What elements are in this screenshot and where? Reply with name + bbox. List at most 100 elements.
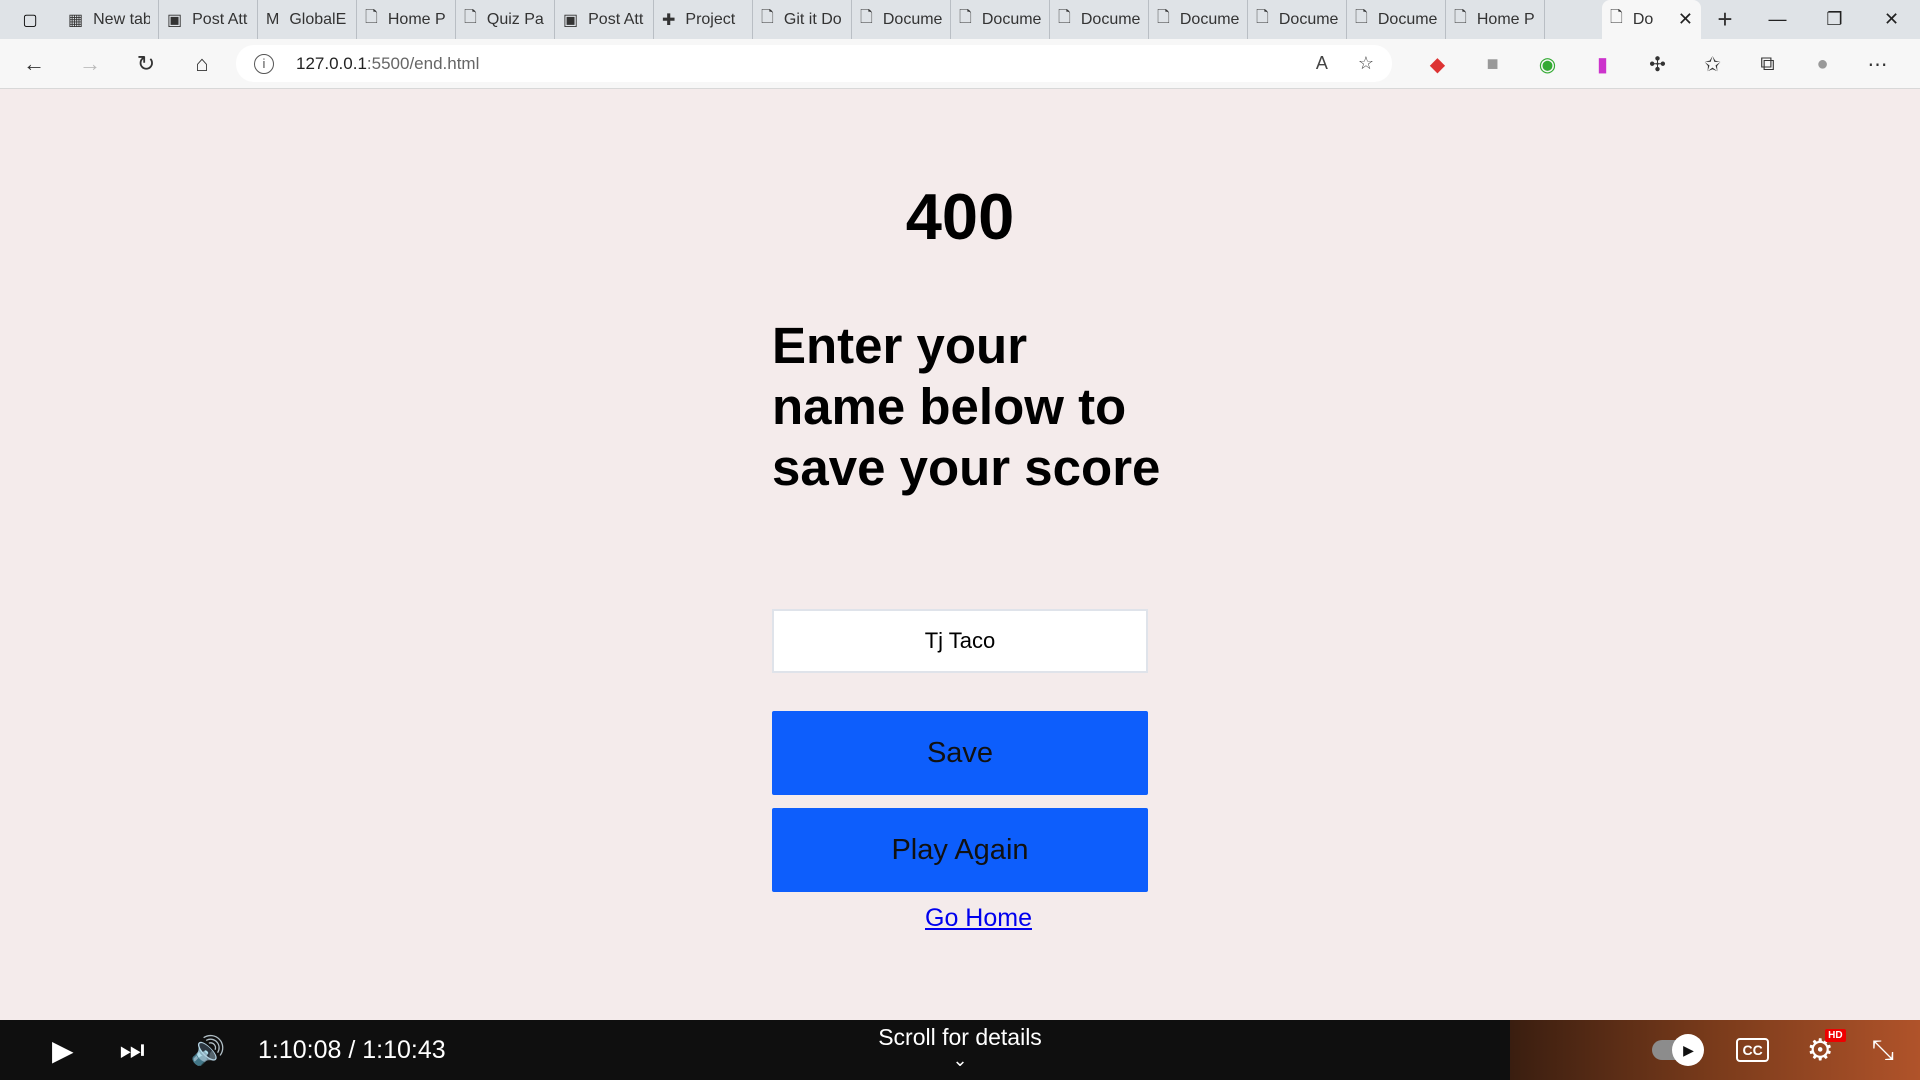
tab-item[interactable]: 🗋 Docume (1248, 0, 1347, 39)
forward-arrow-icon: → (79, 50, 101, 76)
tab-item[interactable]: 🗋 Docume (852, 0, 951, 39)
extension-red-icon[interactable]: ◆ (1410, 52, 1465, 77)
extensions-puzzle-icon[interactable]: ✣ (1630, 52, 1685, 77)
profile-avatar-icon[interactable]: ● (1795, 53, 1850, 76)
play-again-button[interactable]: Play Again (772, 808, 1148, 892)
page-icon: 🗋 (959, 9, 972, 26)
tab-label: Quiz Pa (486, 10, 544, 28)
save-score-prompt: Enter your name below to save your score (772, 317, 1161, 496)
restore-icon[interactable]: ❐ (1806, 0, 1863, 39)
tab-label: Home P (387, 10, 446, 28)
page-icon: 🗋 (1058, 9, 1071, 26)
sheet-icon: ✚ (662, 11, 676, 29)
page-icon: 🗋 (1355, 9, 1368, 26)
info-icon[interactable]: i (254, 53, 274, 74)
next-icon[interactable]: ⏭ (120, 1034, 145, 1067)
favorites-icon[interactable]: ✩ (1685, 52, 1740, 77)
extension-color-icon[interactable]: ▮ (1575, 52, 1630, 77)
page-icon: 🗋 (761, 9, 774, 26)
extensions-area: ◆ ■ ◉ ▮ ✣ ✩ ⧉ ● ⋯ (1410, 39, 1905, 89)
final-score: 400 (905, 180, 1015, 253)
tab-item[interactable]: 🗋 Docume (951, 0, 1050, 39)
tab-item[interactable]: ✚ Project (654, 0, 753, 39)
tab-label: Post Att (588, 10, 644, 28)
collections-icon[interactable]: ⧉ (1740, 53, 1795, 76)
tab-actions-icon: ▢ (22, 11, 38, 29)
page-icon: 🗋 (1610, 9, 1623, 26)
tab-label: Git it Do (783, 10, 842, 28)
tab-list: ▦ New tab ▣ Post Att M GlobalE 🗋 Home P 🗋 Quiz Pa… (60, 0, 1602, 39)
forward-button[interactable]: → (62, 51, 118, 77)
captions-icon[interactable]: CC (1736, 1038, 1769, 1062)
video-control-bar: Scroll for details ⌄ ▶ ⏭ 🔊 1:10:08 / 1:1… (0, 1020, 1920, 1080)
newtab-icon: ▦ (68, 11, 84, 29)
back-arrow-icon: ← (23, 50, 45, 76)
extension-grey-icon[interactable]: ■ (1465, 53, 1520, 76)
back-button[interactable]: ← (6, 51, 62, 77)
tab-actions-button[interactable]: ▢ (0, 0, 60, 39)
tab-label: Docume (1377, 10, 1437, 28)
minimize-icon[interactable]: — (1749, 0, 1806, 39)
play-icon[interactable]: ▶ (52, 1034, 74, 1067)
tab-item[interactable]: 🗋 Docume (1050, 0, 1149, 39)
settings-gear-icon[interactable]: ⚙ HD (1807, 1028, 1846, 1068)
plus-icon: + (1717, 4, 1733, 34)
page-content: 400 Enter your name below to save your s… (0, 89, 1920, 1020)
volume-icon[interactable]: 🔊 (191, 1034, 226, 1067)
tab-label: New tab (93, 10, 150, 28)
reload-button[interactable]: ↻ (118, 51, 174, 77)
url-path: :5500/end.html (366, 53, 480, 73)
add-favorite-icon[interactable]: ☆ (1358, 53, 1374, 74)
new-tab-button[interactable]: + (1701, 0, 1749, 39)
close-tab-icon[interactable]: ✕ (1678, 9, 1693, 30)
tab-label: Post Att (192, 10, 248, 28)
window-controls: — ❐ ✕ (1749, 0, 1920, 39)
page-icon: 🗋 (1157, 9, 1170, 26)
tab-item[interactable]: 🗋 Git it Do (753, 0, 852, 39)
tab-label: Docume (882, 10, 942, 28)
tab-label: GlobalE (289, 10, 347, 28)
tab-item[interactable]: 🗋 Docume (1149, 0, 1248, 39)
tab-item[interactable]: ▦ New tab (60, 0, 159, 39)
hd-badge: HD (1825, 1028, 1846, 1042)
tab-item[interactable]: 🗋 Home P (1446, 0, 1545, 39)
close-window-icon[interactable]: ✕ (1863, 0, 1920, 39)
page-icon: 🗋 (365, 9, 378, 26)
url-host: 127.0.0.1 (296, 53, 367, 73)
address-bar[interactable]: i 127.0.0.1:5500/end.html A ☆ (236, 45, 1392, 82)
tab-item[interactable]: ▣ Post Att (159, 0, 258, 39)
read-aloud-icon[interactable]: A (1316, 53, 1328, 74)
tab-item[interactable]: M GlobalE (258, 0, 357, 39)
tab-item[interactable]: 🗋 Docume (1347, 0, 1446, 39)
home-button[interactable]: ⌂ (174, 51, 230, 77)
browser-toolbar: ← → ↻ ⌂ i 127.0.0.1:5500/end.html A ☆ ◆ … (0, 39, 1920, 89)
tab-item[interactable]: 🗋 Quiz Pa (456, 0, 555, 39)
video-icon: ▣ (563, 11, 579, 29)
tab-label: Do (1632, 10, 1654, 28)
name-input[interactable] (772, 609, 1148, 673)
tab-item[interactable]: 🗋 Home P (357, 0, 456, 39)
save-button[interactable]: Save (772, 711, 1148, 795)
video-time: 1:10:08 / 1:10:43 (258, 1035, 446, 1064)
tab-strip: ▢ ▦ New tab ▣ Post Att M GlobalE 🗋 Home P 🗋 Quiz … (0, 0, 1920, 39)
tab-label: Docume (981, 10, 1041, 28)
m-icon: M (266, 10, 280, 28)
video-right-controls: ▶ CC ⚙ HD ⤡ (1510, 1020, 1920, 1080)
page-icon: 🗋 (464, 9, 477, 26)
tab-active[interactable]: 🗋 Do ✕ (1602, 0, 1701, 39)
page-icon: 🗋 (1256, 9, 1269, 26)
reload-icon: ↻ (136, 50, 156, 76)
exit-fullscreen-icon[interactable]: ⤡ (1872, 1034, 1894, 1067)
go-home-link[interactable]: Go Home (925, 904, 1032, 933)
home-icon: ⌂ (195, 50, 209, 76)
extension-chrome-icon[interactable]: ◉ (1520, 52, 1575, 77)
address-bar-actions: A ☆ (1316, 53, 1374, 74)
autoplay-toggle[interactable]: ▶ (1652, 1034, 1705, 1066)
video-left-controls: ▶ ⏭ 🔊 (52, 1020, 226, 1080)
tab-label: Docume (1080, 10, 1140, 28)
tab-label: Project (685, 10, 736, 28)
tab-label: Home P (1476, 10, 1535, 28)
more-menu-icon[interactable]: ⋯ (1850, 52, 1905, 77)
tab-label: Docume (1179, 10, 1239, 28)
tab-item[interactable]: ▣ Post Att (555, 0, 654, 39)
